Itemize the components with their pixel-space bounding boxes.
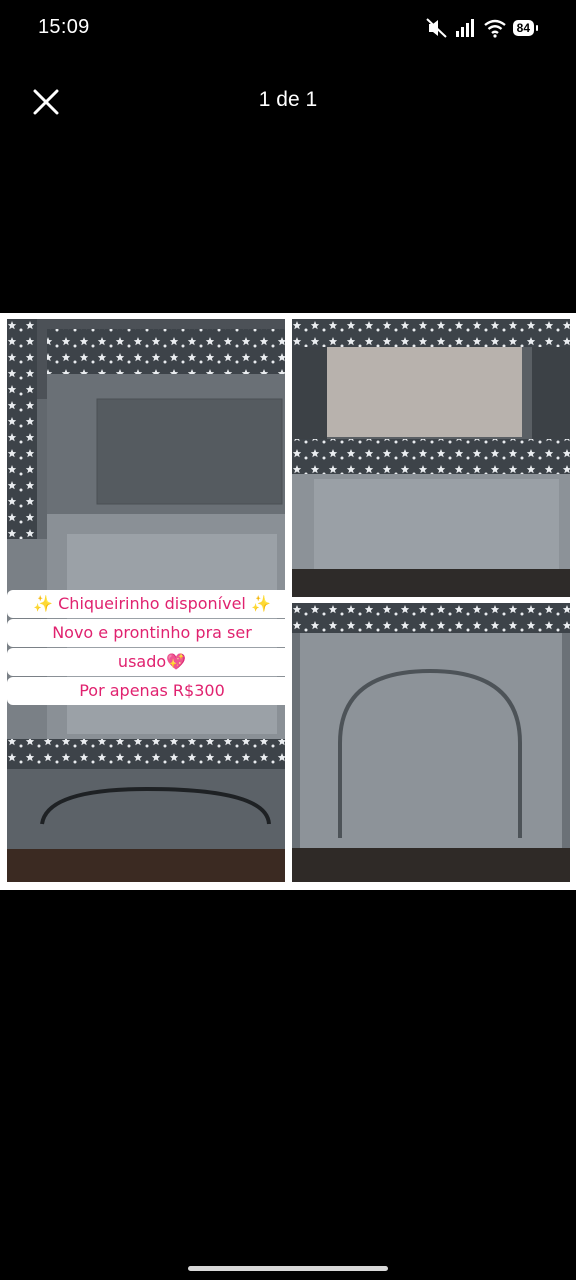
photo-panel-playpen-top-view: ✨ Chiqueirinho disponível ✨ Novo e pront… — [7, 319, 285, 882]
caption-line-2: Novo e prontinho pra ser — [7, 619, 285, 647]
sparkle-icon: ✨ — [250, 594, 271, 613]
caption-line-4: Por apenas R$300 — [7, 677, 285, 705]
sparkle-icon: ✨ — [33, 594, 54, 613]
page-counter: 1 de 1 — [258, 88, 318, 111]
status-icons: 84 — [425, 16, 539, 40]
battery-icon: 84 — [512, 20, 539, 36]
viewer-top-bar: 1 de 1 — [0, 70, 576, 130]
heart-icon: 💖 — [166, 652, 187, 671]
photo-panel-playpen-side-view — [292, 319, 570, 597]
product-photo[interactable]: ✨ Chiqueirinho disponível ✨ Novo e pront… — [0, 313, 576, 890]
signal-icon — [455, 18, 477, 38]
caption-line-3: usado💖 — [7, 648, 285, 676]
caption-line-1: ✨ Chiqueirinho disponível ✨ — [7, 590, 285, 618]
wifi-icon — [483, 18, 507, 38]
photo-caption: ✨ Chiqueirinho disponível ✨ Novo e pront… — [7, 589, 285, 705]
status-bar: 15:09 84 — [0, 0, 576, 56]
photo-panel-zipper-side — [292, 603, 570, 882]
home-indicator[interactable] — [188, 1266, 388, 1271]
mute-icon — [425, 17, 449, 39]
status-time: 15:09 — [38, 16, 90, 38]
